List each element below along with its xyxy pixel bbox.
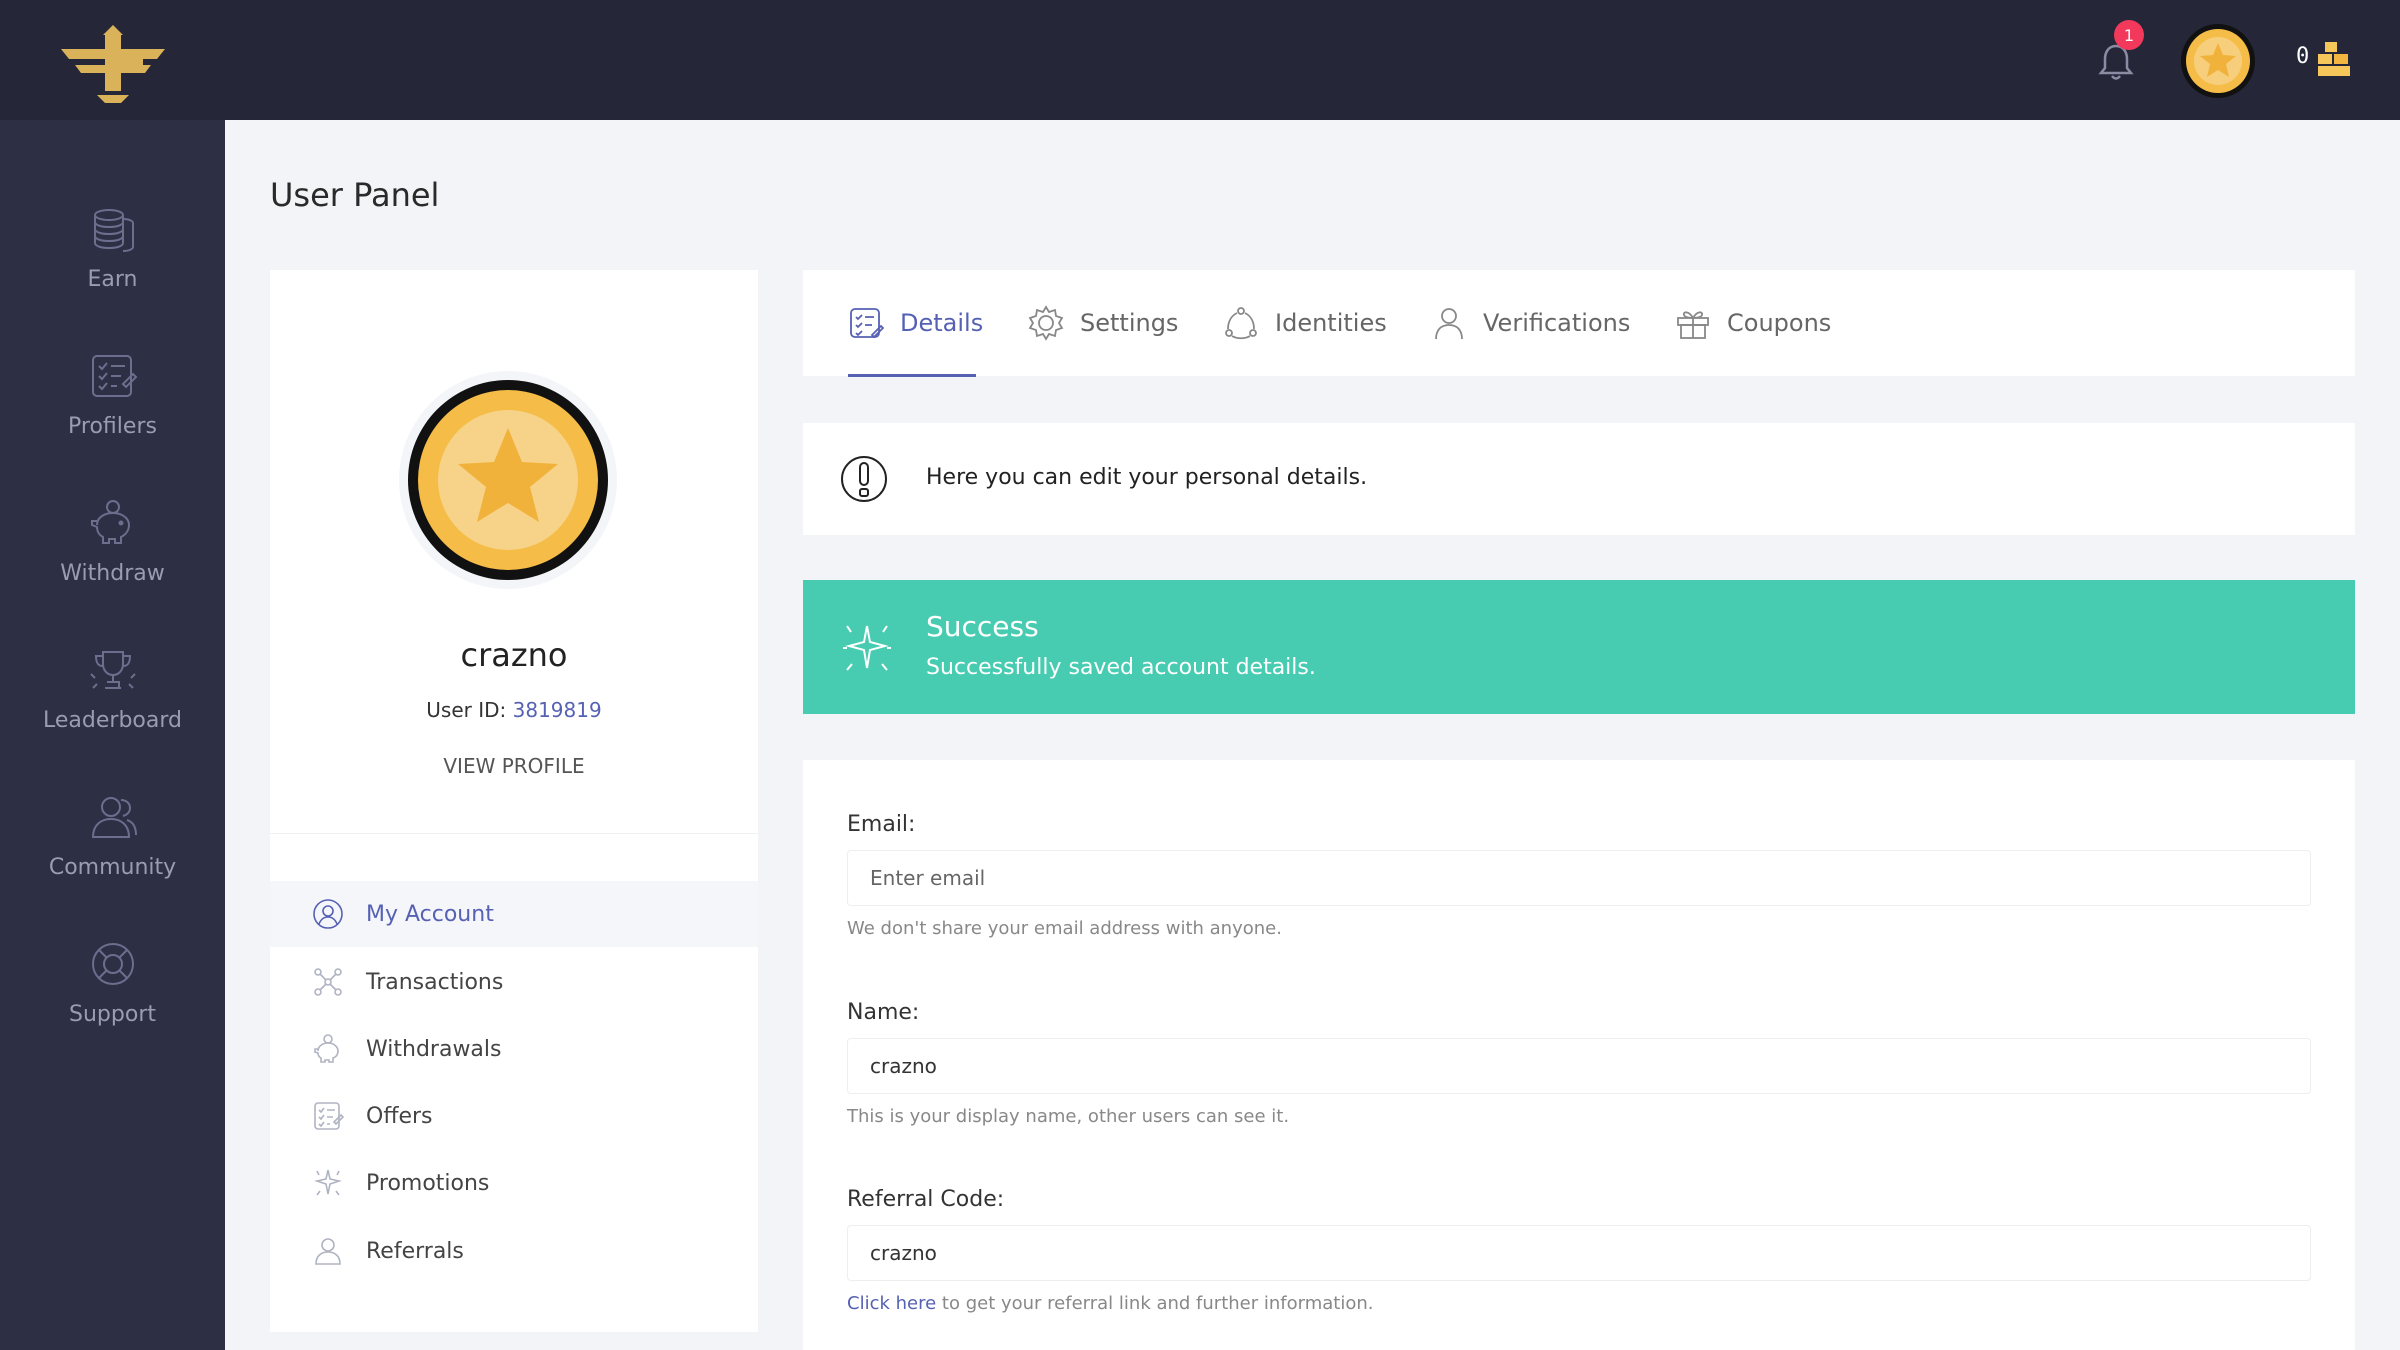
tab-settings[interactable]: Settings bbox=[1028, 270, 1178, 376]
tab-verifications[interactable]: Verifications bbox=[1431, 270, 1630, 376]
eagle-logo-icon bbox=[60, 25, 165, 103]
brand-logo[interactable] bbox=[0, 0, 225, 120]
tab-details[interactable]: Details bbox=[848, 270, 983, 376]
view-profile-link[interactable]: VIEW PROFILE bbox=[270, 754, 758, 778]
user-icon bbox=[1435, 308, 1463, 340]
user-id-value: 3819819 bbox=[512, 698, 602, 722]
transactions-icon bbox=[314, 968, 342, 996]
gear-icon bbox=[1028, 305, 1064, 341]
account-icon bbox=[313, 899, 343, 929]
gold-bars-icon[interactable] bbox=[2314, 38, 2354, 78]
sparkle-icon bbox=[314, 1169, 342, 1196]
gift-icon bbox=[1677, 311, 1709, 339]
sidebar-item-profilers[interactable]: Profilers bbox=[0, 350, 225, 480]
tab-label: Identities bbox=[1275, 309, 1387, 337]
sparkle-icon bbox=[843, 625, 891, 671]
sidebar-item-leaderboard[interactable]: Leaderboard bbox=[0, 644, 225, 774]
sidebar-item-label: Earn bbox=[87, 267, 138, 292]
menu-item-label: Offers bbox=[366, 1103, 433, 1129]
page-title: User Panel bbox=[270, 176, 440, 214]
success-alert: Success Successfully saved account detai… bbox=[803, 580, 2355, 714]
checklist-icon bbox=[314, 1102, 344, 1130]
top-bar: 1 0 bbox=[0, 0, 2400, 120]
checklist-icon bbox=[850, 308, 884, 339]
profile-username: crazno bbox=[460, 636, 568, 674]
avatar[interactable] bbox=[398, 370, 618, 590]
menu-item-offers[interactable]: Offers bbox=[270, 1083, 758, 1149]
menu-item-referrals[interactable]: Referrals bbox=[270, 1218, 758, 1284]
sidebar-item-withdraw[interactable]: Withdraw bbox=[0, 497, 225, 627]
referral-code-field[interactable] bbox=[847, 1225, 2311, 1281]
lifebuoy-icon bbox=[91, 943, 134, 985]
tab-coupons[interactable]: Coupons bbox=[1675, 270, 1831, 376]
referral-help-text: to get your referral link and further in… bbox=[936, 1293, 1374, 1314]
tab-label: Details bbox=[900, 309, 984, 337]
tab-bar: Details Settings Identities Verification… bbox=[803, 270, 2355, 377]
sidebar-item-earn[interactable]: Earn bbox=[0, 203, 225, 333]
menu-item-label: Referrals bbox=[366, 1238, 464, 1264]
name-field[interactable] bbox=[847, 1038, 2311, 1094]
info-text: Here you can edit your personal details. bbox=[926, 465, 1368, 490]
sidebar-item-community[interactable]: Community bbox=[0, 791, 225, 921]
name-label: Name: bbox=[847, 1000, 920, 1025]
profile-user-id: User ID: 3819819 bbox=[270, 698, 758, 722]
active-tab-indicator bbox=[848, 374, 976, 377]
coins-icon bbox=[93, 209, 134, 252]
trophy-icon bbox=[89, 651, 136, 689]
sidebar-item-support[interactable]: Support bbox=[0, 938, 225, 1068]
tab-identities[interactable]: Identities bbox=[1223, 270, 1387, 376]
referral-help: Click here to get your referral link and… bbox=[847, 1293, 1373, 1314]
info-notice: Here you can edit your personal details. bbox=[803, 423, 2355, 535]
account-details-form: Email: We don't share your email address… bbox=[803, 760, 2355, 1350]
sidebar: Earn Profilers Withdraw Leaderboard Comm… bbox=[0, 120, 225, 1350]
profile-card: crazno User ID: 3819819 VIEW PROFILE My … bbox=[270, 270, 758, 1332]
user-id-label: User ID: bbox=[426, 698, 507, 722]
coin-balance: 0 bbox=[2296, 44, 2310, 69]
name-help: This is your display name, other users c… bbox=[847, 1106, 1290, 1127]
referral-code-label: Referral Code: bbox=[847, 1187, 1005, 1212]
email-label: Email: bbox=[847, 812, 916, 837]
notification-badge: 1 bbox=[2114, 20, 2144, 50]
tab-label: Settings bbox=[1080, 309, 1179, 337]
cycle-icon bbox=[1225, 307, 1257, 340]
alert-message: Successfully saved account details. bbox=[926, 655, 1316, 680]
referral-link[interactable]: Click here bbox=[847, 1293, 936, 1314]
email-help: We don't share your email address with a… bbox=[847, 918, 1282, 939]
users-icon bbox=[91, 797, 137, 838]
sidebar-item-label: Support bbox=[69, 1002, 156, 1027]
menu-item-label: Promotions bbox=[366, 1170, 490, 1196]
sidebar-item-label: Profilers bbox=[68, 414, 157, 439]
sidebar-item-label: Withdraw bbox=[60, 561, 165, 586]
tab-label: Coupons bbox=[1727, 309, 1832, 337]
email-field[interactable] bbox=[847, 850, 2311, 906]
piggy-bank-icon bbox=[314, 1034, 339, 1063]
menu-item-transactions[interactable]: Transactions bbox=[270, 949, 758, 1015]
alert-title: Success bbox=[926, 610, 1039, 643]
sidebar-item-label: Leaderboard bbox=[43, 708, 182, 733]
top-avatar[interactable] bbox=[2180, 23, 2256, 99]
menu-item-my-account[interactable]: My Account bbox=[270, 881, 758, 947]
divider bbox=[270, 833, 758, 834]
exclamation-icon bbox=[841, 456, 887, 502]
menu-item-label: Withdrawals bbox=[366, 1036, 502, 1062]
checklist-icon bbox=[91, 355, 137, 397]
menu-item-promotions[interactable]: Promotions bbox=[270, 1150, 758, 1216]
user-icon bbox=[315, 1238, 341, 1265]
piggy-bank-icon bbox=[90, 500, 130, 544]
sidebar-item-label: Community bbox=[48, 855, 177, 880]
menu-item-label: My Account bbox=[366, 901, 494, 927]
menu-item-withdrawals[interactable]: Withdrawals bbox=[270, 1016, 758, 1082]
menu-item-label: Transactions bbox=[366, 969, 504, 995]
tab-label: Verifications bbox=[1483, 309, 1631, 337]
